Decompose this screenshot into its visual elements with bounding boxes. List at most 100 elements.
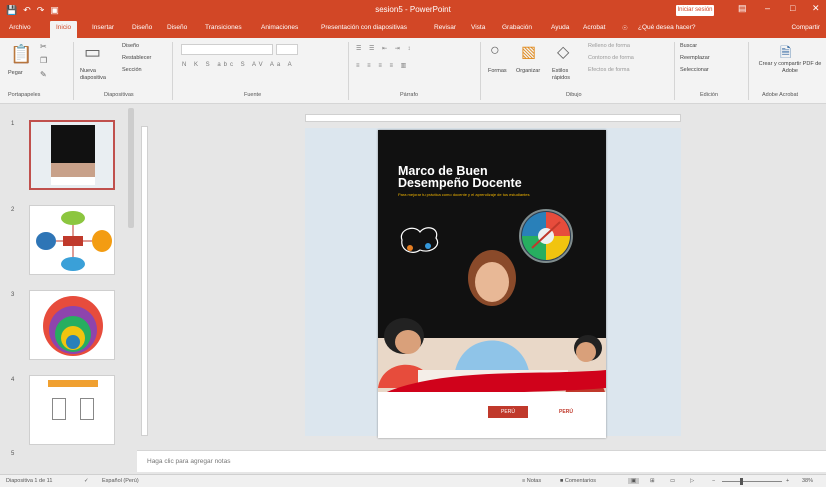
- tell-me-search[interactable]: ¿Qué desea hacer?: [638, 24, 695, 31]
- tab-presentacion[interactable]: Presentación con diapositivas: [321, 24, 407, 31]
- notes-pane[interactable]: Haga clic para agregar notas: [137, 450, 826, 472]
- quick-styles-icon[interactable]: ◇: [557, 42, 569, 62]
- thumbnail-slide-1[interactable]: [29, 120, 115, 190]
- format-painter-icon[interactable]: ✎: [40, 70, 47, 79]
- minimize-icon[interactable]: –: [765, 3, 770, 13]
- replace-button[interactable]: Reemplazar: [680, 55, 710, 61]
- tab-transiciones[interactable]: Transiciones: [205, 24, 242, 31]
- slides-group-label: Diapositivas: [104, 92, 134, 98]
- paste-icon[interactable]: 📋: [10, 44, 32, 65]
- cover-title: Marco de Buen Desempeño Docente: [398, 165, 568, 190]
- layout-button[interactable]: Diseño: [122, 43, 139, 49]
- tab-inicio[interactable]: Inicio: [50, 21, 78, 38]
- title-bar: 💾 ↶ ↷ ▣ sesion5 - PowerPoint Iniciar ses…: [0, 0, 826, 20]
- spellcheck-icon[interactable]: ✓: [84, 478, 89, 484]
- group-separator: [348, 42, 349, 100]
- new-slide-icon[interactable]: ▭: [84, 42, 101, 63]
- thumbnail-slide-3[interactable]: [29, 290, 115, 360]
- thumbnail-slide-2[interactable]: [29, 205, 115, 275]
- align-buttons[interactable]: ≡ ≡ ≡ ≡ ▥: [356, 62, 409, 69]
- ribbon: 📋 Pegar ✂ ❐ ✎ Portapapeles ▭ Nueva diapo…: [0, 38, 826, 104]
- signin-button[interactable]: Iniciar sesión: [676, 5, 714, 16]
- thumbnail-slide-4[interactable]: [29, 375, 115, 445]
- tab-revisar[interactable]: Revisar: [434, 24, 456, 31]
- zoom-level[interactable]: 38%: [802, 478, 813, 484]
- group-separator: [748, 42, 749, 100]
- zoom-slider-thumb[interactable]: [740, 478, 743, 485]
- paragraph-group-label: Párrafo: [400, 92, 419, 98]
- horizontal-ruler: [305, 114, 681, 122]
- reading-view-icon[interactable]: ▭: [670, 478, 675, 484]
- arrange-icon[interactable]: ▧: [521, 42, 536, 62]
- shape-outline-button[interactable]: Contorno de forma: [588, 55, 634, 61]
- vertical-ruler: [141, 126, 148, 436]
- language-indicator[interactable]: Español (Perú): [102, 478, 139, 484]
- paste-button[interactable]: Pegar: [8, 70, 23, 76]
- create-pdf-button[interactable]: Crear y compartir PDF de Adobe: [756, 61, 824, 75]
- font-size-dropdown[interactable]: [276, 44, 298, 55]
- thumb-circles: [43, 296, 103, 356]
- tab-acrobat[interactable]: Acrobat: [583, 24, 605, 31]
- thumb-number: 2: [11, 207, 15, 213]
- slideshow-view-icon[interactable]: ▷: [690, 478, 694, 484]
- close-icon[interactable]: ✕: [812, 3, 820, 14]
- thumb-figure: [80, 398, 94, 420]
- drawing-group-label: Dibujo: [566, 92, 582, 98]
- font-format-buttons[interactable]: N K S abc S AV Aa A: [182, 62, 295, 68]
- list-buttons[interactable]: ☰ ☰ ⇤ ⇥ ↕: [356, 45, 413, 52]
- notes-toggle-button[interactable]: ≡ Notas: [522, 478, 541, 484]
- maximize-icon[interactable]: □: [790, 3, 795, 13]
- thumb-photo: [51, 163, 95, 177]
- tab-insertar[interactable]: Insertar: [92, 24, 114, 31]
- tab-animaciones[interactable]: Animaciones: [261, 24, 298, 31]
- group-separator: [73, 42, 74, 100]
- comments-toggle-button[interactable]: ■ Comentarios: [560, 478, 596, 484]
- notes-toggle-label: Notas: [526, 478, 542, 484]
- zoom-in-icon[interactable]: +: [786, 478, 789, 484]
- shape-fill-button[interactable]: Relleno de forma: [588, 43, 630, 49]
- notes-placeholder[interactable]: Haga clic para agregar notas: [147, 458, 230, 465]
- slide-counter: Diapositiva 1 de 11: [6, 478, 53, 484]
- shapes-icon[interactable]: ○: [490, 42, 500, 60]
- slide-sorter-icon[interactable]: ⊞: [650, 478, 655, 484]
- status-bar: Diapositiva 1 de 11 ✓ Español (Perú) ≡ N…: [0, 474, 826, 487]
- reset-button[interactable]: Restablecer: [122, 55, 151, 61]
- thumb-cover-image: [51, 125, 95, 185]
- tab-vista[interactable]: Vista: [471, 24, 485, 31]
- normal-view-icon[interactable]: ▣: [628, 478, 640, 484]
- thumbnails-scrollbar[interactable]: [128, 108, 134, 228]
- tab-archivo[interactable]: Archivo: [9, 24, 31, 31]
- select-button[interactable]: Seleccionar: [680, 67, 709, 73]
- thumb-figure: [52, 398, 66, 420]
- tab-diseno-2[interactable]: Diseño: [167, 24, 187, 31]
- tab-grabacion[interactable]: Grabación: [502, 24, 532, 31]
- thumb-number: 5: [11, 451, 15, 457]
- new-slide-button[interactable]: Nueva diapositiva: [80, 68, 116, 82]
- share-button[interactable]: Compartir: [791, 24, 820, 31]
- ministry-logo: PERÚ: [488, 406, 528, 418]
- tab-ayuda[interactable]: Ayuda: [551, 24, 569, 31]
- ribbon-display-icon[interactable]: ▤: [738, 3, 747, 14]
- shapes-button[interactable]: Formas: [488, 68, 507, 74]
- zoom-slider[interactable]: [722, 478, 782, 485]
- find-button[interactable]: Buscar: [680, 43, 697, 49]
- slide-cover-image[interactable]: Marco de Buen Desempeño Docente Para mej…: [378, 130, 606, 438]
- group-separator: [480, 42, 481, 100]
- quick-styles-button[interactable]: Estilos rápidos: [552, 68, 578, 82]
- font-group-label: Fuente: [244, 92, 262, 98]
- cut-icon[interactable]: ✂: [40, 42, 47, 51]
- shape-effects-button[interactable]: Efectos de forma: [588, 67, 630, 73]
- editing-group-label: Edición: [700, 92, 719, 98]
- adobe-group-label: Adobe Acrobat: [762, 92, 799, 98]
- tab-diseno[interactable]: Diseño: [132, 24, 152, 31]
- zoom-out-icon[interactable]: −: [712, 478, 715, 484]
- group-separator: [674, 42, 675, 100]
- thumb-number: 3: [11, 292, 15, 298]
- arrange-button[interactable]: Organizar: [516, 68, 540, 74]
- font-name-dropdown[interactable]: [181, 44, 273, 55]
- cover-title-line-2: Desempeño Docente: [398, 176, 522, 190]
- peru-brand-logo: PERÚ: [559, 409, 573, 415]
- copy-icon[interactable]: ❐: [40, 56, 47, 65]
- comments-toggle-label: Comentarios: [564, 478, 597, 484]
- section-button[interactable]: Sección: [122, 67, 142, 73]
